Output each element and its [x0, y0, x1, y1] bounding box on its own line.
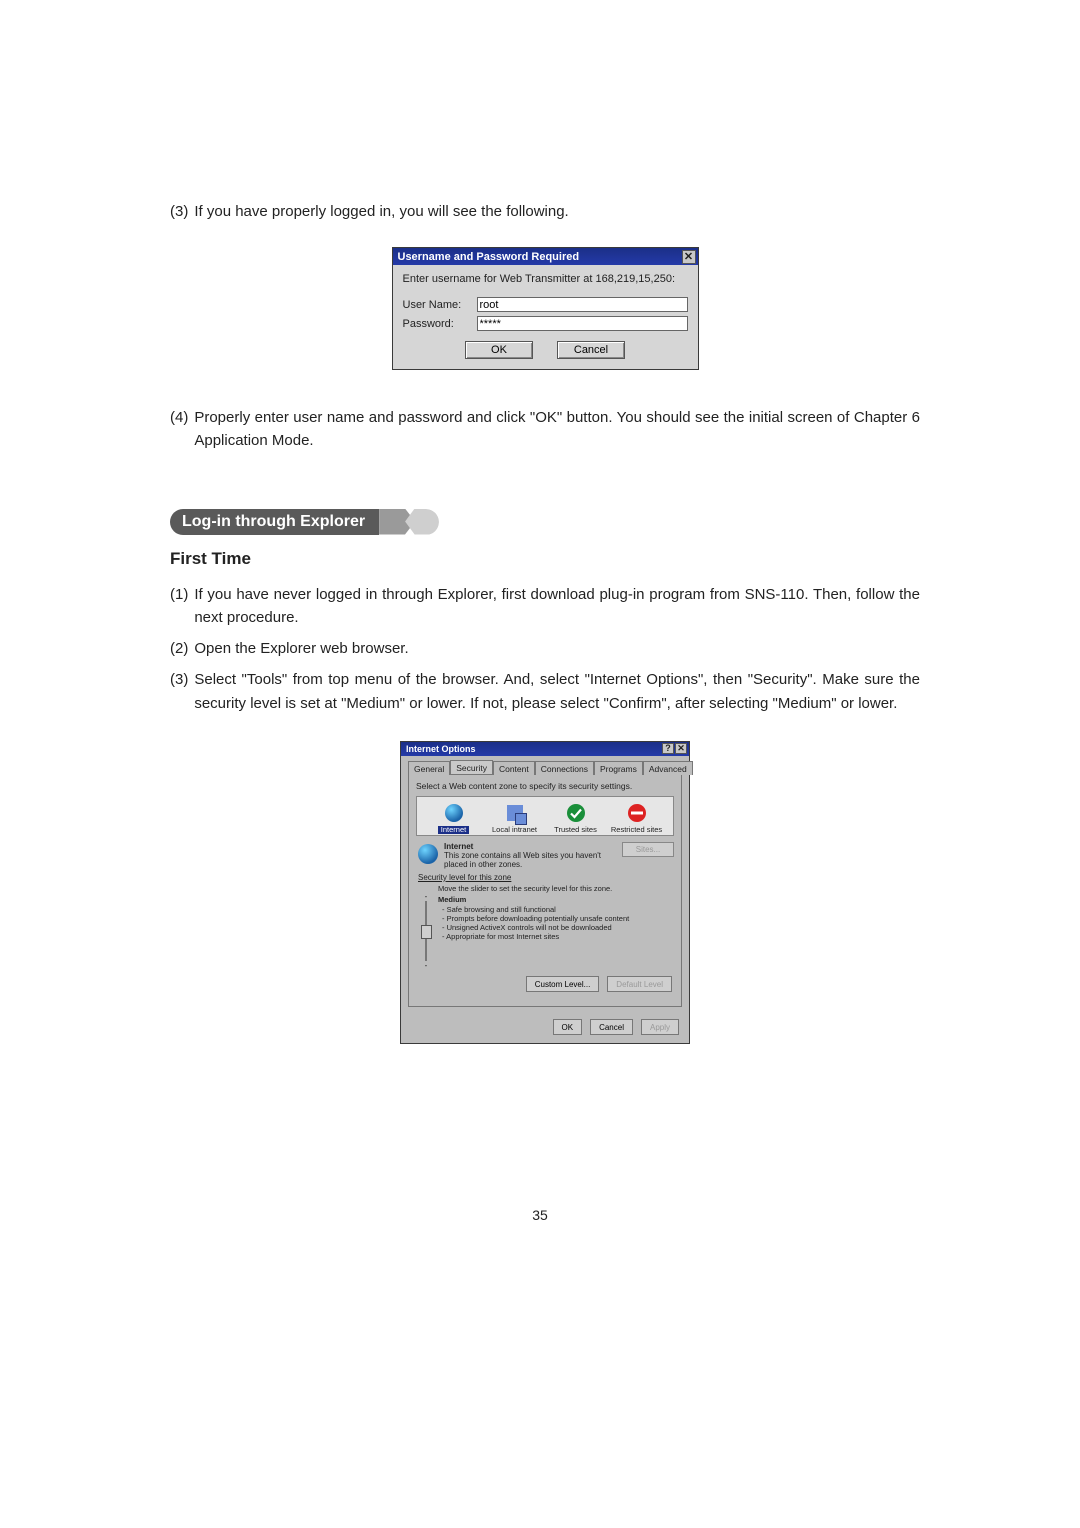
- window-buttons: ? ✕: [662, 743, 687, 754]
- password-row: Password:: [403, 316, 688, 331]
- list-number: (1): [170, 583, 188, 630]
- zone-restricted-sites[interactable]: Restricted sites: [606, 802, 667, 834]
- zone-description-text: Internet This zone contains all Web site…: [444, 842, 616, 869]
- tabs: General Security Content Connections Pro…: [408, 760, 682, 774]
- list-number: (3): [170, 200, 188, 223]
- security-bullet: Safe browsing and still functional: [442, 905, 674, 914]
- explorer-step-1: (1) If you have never logged in through …: [170, 583, 920, 630]
- password-input[interactable]: [477, 316, 688, 331]
- tab-content[interactable]: Content: [493, 761, 535, 775]
- globe-icon: [443, 802, 465, 824]
- zone-local-intranet[interactable]: Local intranet: [484, 802, 545, 834]
- zone-instruction: Select a Web content zone to specify its…: [416, 781, 674, 791]
- default-level-button[interactable]: Default Level: [607, 976, 672, 992]
- zone-description-title: Internet: [444, 842, 616, 851]
- explorer-step-2: (2) Open the Explorer web browser.: [170, 637, 920, 660]
- internet-options-body: General Security Content Connections Pro…: [401, 756, 689, 1015]
- section-heading: Log-in through Explorer: [170, 509, 920, 535]
- apply-button[interactable]: Apply: [641, 1019, 679, 1035]
- login-dialog-body: Enter username for Web Transmitter at 16…: [393, 265, 698, 369]
- list-text: Properly enter user name and password an…: [194, 406, 920, 453]
- internet-options-titlebar: Internet Options ? ✕: [401, 742, 689, 756]
- help-icon[interactable]: ?: [662, 743, 674, 754]
- section-heading-text: Log-in through Explorer: [170, 509, 379, 535]
- security-level-area: - - Move the slider to set the security …: [420, 884, 674, 970]
- sites-button[interactable]: Sites...: [622, 842, 674, 857]
- security-tab-panel: Select a Web content zone to specify its…: [408, 774, 682, 1007]
- username-input[interactable]: [477, 297, 688, 312]
- ok-button[interactable]: OK: [465, 341, 533, 359]
- globe-icon: [418, 844, 438, 864]
- username-row: User Name:: [403, 297, 688, 312]
- security-level-slider[interactable]: - -: [420, 884, 432, 970]
- zone-internet[interactable]: Internet: [423, 802, 484, 834]
- login-dialog-buttons: OK Cancel: [403, 341, 688, 359]
- login-dialog-title: Username and Password Required: [398, 251, 580, 263]
- zone-label: Internet: [438, 826, 469, 834]
- close-icon[interactable]: ✕: [675, 743, 687, 754]
- security-bullet: Appropriate for most Internet sites: [442, 932, 674, 941]
- list-text: Select "Tools" from top menu of the brow…: [194, 668, 920, 715]
- security-level-text: Move the slider to set the security leve…: [438, 884, 674, 970]
- zone-description-body: This zone contains all Web sites you hav…: [444, 851, 616, 869]
- list-text: If you have properly logged in, you will…: [194, 200, 920, 223]
- custom-level-button[interactable]: Custom Level...: [526, 976, 600, 992]
- security-level-label: Security level for this zone: [418, 873, 674, 882]
- page-number: 35: [0, 1207, 1080, 1223]
- login-dialog: Username and Password Required ✕ Enter u…: [392, 247, 699, 370]
- cancel-button[interactable]: Cancel: [557, 341, 625, 359]
- username-label: User Name:: [403, 299, 471, 311]
- ok-button[interactable]: OK: [553, 1019, 583, 1035]
- body-step-4: (4) Properly enter user name and passwor…: [170, 406, 920, 453]
- internet-options-title: Internet Options: [406, 744, 476, 754]
- internet-options-dialog: Internet Options ? ✕ General Security Co…: [400, 741, 690, 1044]
- tab-security[interactable]: Security: [450, 760, 493, 774]
- list-text: Open the Explorer web browser.: [194, 637, 920, 660]
- login-dialog-titlebar: Username and Password Required ✕: [393, 248, 698, 265]
- password-label: Password:: [403, 318, 471, 330]
- internet-options-figure: Internet Options ? ✕ General Security Co…: [170, 741, 920, 1044]
- trusted-icon: [565, 802, 587, 824]
- list-text: If you have never logged in through Expl…: [194, 583, 920, 630]
- body-step-3: (3) If you have properly logged in, you …: [170, 200, 920, 223]
- login-dialog-message: Enter username for Web Transmitter at 16…: [403, 273, 688, 287]
- list-number: (4): [170, 406, 188, 453]
- explorer-step-3: (3) Select "Tools" from top menu of the …: [170, 668, 920, 715]
- list-number: (3): [170, 668, 188, 715]
- security-bullet: Unsigned ActiveX controls will not be do…: [442, 923, 674, 932]
- cancel-button[interactable]: Cancel: [590, 1019, 633, 1035]
- intranet-icon: [504, 802, 526, 824]
- tab-programs[interactable]: Programs: [594, 761, 643, 775]
- zone-label: Trusted sites: [551, 826, 600, 834]
- section-heading-pill: Log-in through Explorer: [170, 509, 439, 535]
- tab-connections[interactable]: Connections: [535, 761, 594, 775]
- zone-trusted-sites[interactable]: Trusted sites: [545, 802, 606, 834]
- zone-label: Local intranet: [489, 826, 540, 834]
- tab-advanced[interactable]: Advanced: [643, 761, 693, 775]
- zone-label: Restricted sites: [608, 826, 665, 834]
- login-dialog-figure: Username and Password Required ✕ Enter u…: [170, 247, 920, 370]
- close-icon[interactable]: ✕: [682, 250, 696, 264]
- security-move-hint: Move the slider to set the security leve…: [438, 884, 674, 893]
- pill-decoration-icon: [405, 509, 439, 535]
- list-number: (2): [170, 637, 188, 660]
- restricted-icon: [626, 802, 648, 824]
- security-buttons: Custom Level... Default Level: [418, 976, 672, 992]
- security-level-bullets: Safe browsing and still functional Promp…: [438, 905, 674, 941]
- subsection-heading: First Time: [170, 549, 920, 569]
- security-bullet: Prompts before downloading potentially u…: [442, 914, 674, 923]
- security-level-name: Medium: [438, 895, 674, 904]
- zone-selector: Internet Local intranet Trusted sites: [416, 796, 674, 836]
- tab-general[interactable]: General: [408, 761, 450, 775]
- slider-thumb-icon[interactable]: [421, 925, 432, 939]
- internet-options-footer: OK Cancel Apply: [401, 1015, 689, 1043]
- document-page: (3) If you have properly logged in, you …: [0, 0, 1080, 1528]
- zone-description: Internet This zone contains all Web site…: [418, 842, 674, 869]
